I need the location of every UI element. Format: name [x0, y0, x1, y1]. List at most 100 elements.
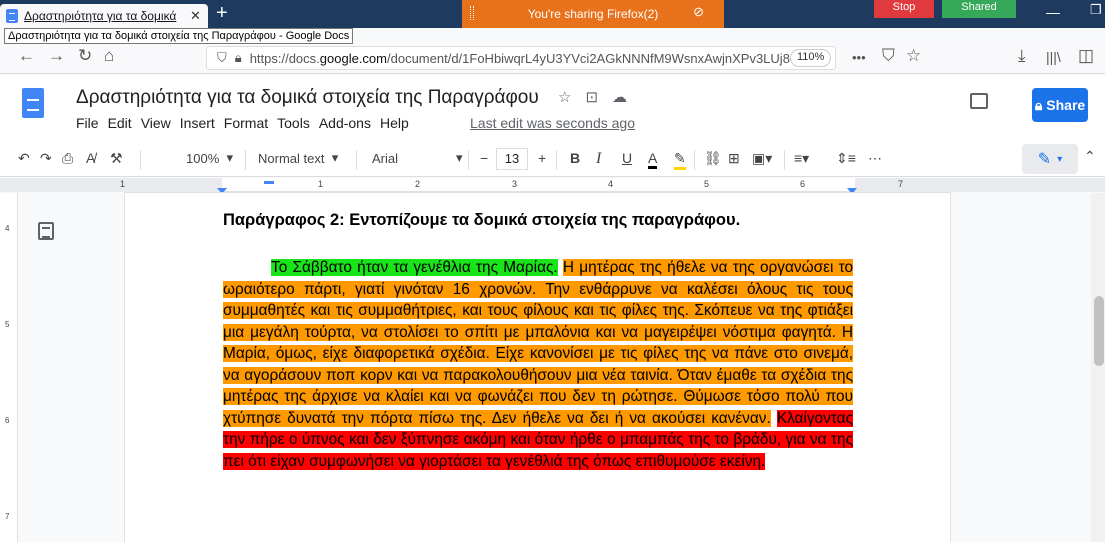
browser-tab[interactable]: Δραστηριότητα για τα δομικά ✕: [0, 4, 208, 28]
document-outline-icon[interactable]: [38, 222, 54, 240]
pocket-icon[interactable]: ⛉: [882, 46, 895, 66]
menu-addons[interactable]: Add-ons: [319, 115, 371, 131]
print-icon[interactable]: ⎙: [62, 150, 73, 167]
ruler-number: 3: [512, 179, 518, 189]
download-icon[interactable]: ⤓: [1018, 46, 1026, 66]
ruler-number: 7: [898, 179, 904, 189]
back-icon[interactable]: ←: [18, 46, 35, 66]
menu-insert[interactable]: Insert: [180, 115, 215, 131]
zoom-level[interactable]: 110%: [790, 49, 832, 67]
decrease-font-size-icon[interactable]: −: [480, 150, 488, 166]
insert-comment-icon[interactable]: ⊞: [728, 150, 740, 167]
library-icon[interactable]: |||\: [1046, 49, 1061, 65]
sharing-indicator[interactable]: You're sharing Firefox(2) ⊘: [462, 0, 724, 28]
more-tools-icon[interactable]: ⋯: [868, 150, 882, 167]
text-color-icon[interactable]: A: [648, 150, 658, 169]
italic-icon[interactable]: I: [596, 150, 601, 168]
pencil-icon: ✎: [1037, 151, 1052, 168]
lock-icon: 🔒︎: [1034, 96, 1043, 113]
menu-format[interactable]: Format: [224, 115, 268, 131]
google-docs-favicon-icon: [6, 9, 18, 23]
toolbar-divider: [356, 150, 357, 170]
font-select[interactable]: Arial ▾: [372, 150, 463, 166]
menu-edit[interactable]: Edit: [108, 115, 132, 131]
bookmark-star-icon[interactable]: ☆: [906, 46, 921, 66]
vruler-number: 4: [5, 224, 10, 233]
reload-icon[interactable]: ↻: [78, 46, 92, 66]
increase-font-size-icon[interactable]: +: [538, 150, 546, 166]
ruler-number: 2: [415, 179, 421, 189]
toolbar-divider: [140, 150, 141, 170]
underline-icon[interactable]: U: [622, 150, 632, 166]
ruler-number: 4: [608, 179, 614, 189]
menu-help[interactable]: Help: [380, 115, 409, 131]
style-value: Normal text: [258, 150, 325, 166]
menu-bar: File Edit View Insert Format Tools Add-o…: [76, 115, 418, 131]
line-spacing-icon[interactable]: ⇕≡: [836, 150, 856, 167]
collapse-menus-icon[interactable]: ⌃: [1084, 148, 1096, 165]
minimize-icon[interactable]: —: [1046, 4, 1060, 20]
vruler-number: 6: [5, 416, 10, 425]
font-size-input[interactable]: 13: [496, 148, 528, 170]
style-select[interactable]: Normal text ▾: [258, 150, 338, 166]
share-label: Share: [1046, 97, 1086, 113]
stop-button[interactable]: Stop: [874, 0, 934, 18]
toolbar-divider: [556, 150, 557, 170]
vruler-number: 7: [5, 512, 10, 521]
url-bar[interactable]: ⛉ 🔒︎ https://docs.google.com/document/d/…: [206, 46, 836, 70]
title-actions: ☆ ⊡ ☁: [558, 88, 627, 106]
menu-tools[interactable]: Tools: [277, 115, 310, 131]
menu-file[interactable]: File: [76, 115, 99, 131]
ruler-number: 6: [800, 179, 806, 189]
lock-icon[interactable]: 🔒︎: [235, 50, 242, 66]
paint-format-icon[interactable]: ⚒: [110, 150, 123, 167]
share-button[interactable]: 🔒︎ Share: [1032, 88, 1088, 122]
stop-sharing-icon[interactable]: ⊘: [693, 4, 704, 20]
docs-header: [0, 75, 1105, 143]
bold-icon[interactable]: B: [570, 150, 580, 166]
scrollbar-thumb[interactable]: [1094, 296, 1104, 366]
move-folder-icon[interactable]: ⊡: [585, 88, 598, 106]
vertical-ruler: [0, 193, 18, 542]
zoom-select[interactable]: 100% ▾: [186, 150, 233, 166]
font-value: Arial: [372, 150, 399, 166]
redo-icon[interactable]: ↷: [40, 150, 52, 167]
align-icon[interactable]: ≡▾: [794, 150, 809, 167]
sidebar-icon[interactable]: ◫: [1078, 46, 1094, 66]
google-docs-logo-icon[interactable]: [22, 88, 44, 118]
tab-close-icon[interactable]: ✕: [190, 8, 201, 24]
paragraph-body: Το Σάββατο ήταν τα γενέθλια της Μαρίας. …: [223, 257, 853, 472]
cloud-status-icon[interactable]: ☁: [612, 88, 627, 106]
highlight-color-icon[interactable]: ✎: [674, 150, 686, 170]
sharing-text: You're sharing Firefox(2): [527, 7, 659, 21]
url-text: https://docs.google.com/document/d/1FoHb…: [249, 50, 790, 66]
insert-link-icon[interactable]: ⛓: [704, 150, 722, 167]
document-title[interactable]: Δραστηριότητα για τα δομικά στοιχεία της…: [76, 87, 539, 109]
forward-icon[interactable]: →: [48, 46, 65, 66]
tab-tooltip: Δραστηριότητα για τα δομικά στοιχεία της…: [4, 28, 354, 44]
restore-icon[interactable]: ❐: [1090, 2, 1102, 18]
formatting-toolbar: [0, 143, 1105, 177]
insert-image-icon[interactable]: ▣▾: [752, 150, 772, 167]
paragraph-heading: Παράγραφος 2: Εντοπίζουμε τα δομικά στοι…: [223, 211, 741, 229]
menu-view[interactable]: View: [141, 115, 171, 131]
shared-button[interactable]: Shared: [942, 0, 1016, 18]
home-icon[interactable]: ⌂: [104, 46, 114, 66]
undo-icon[interactable]: ↶: [18, 150, 30, 167]
vruler-number: 5: [5, 320, 10, 329]
shield-icon[interactable]: ⛉: [217, 50, 227, 66]
first-line-indent-marker[interactable]: [264, 181, 274, 184]
toolbar-divider: [694, 150, 695, 170]
new-tab-button[interactable]: +: [216, 2, 228, 25]
last-edit-link[interactable]: Last edit was seconds ago: [470, 115, 635, 131]
supporting-sentences: Η μητέρας της ήθελε να της οργανώσει το …: [223, 259, 853, 427]
drag-grip-icon[interactable]: [470, 6, 474, 20]
star-icon[interactable]: ☆: [558, 88, 571, 106]
page-actions-icon[interactable]: •••: [852, 50, 866, 65]
comment-history-icon[interactable]: [970, 93, 988, 109]
topic-sentence: Το Σάββατο ήταν τα γενέθλια της Μαρίας.: [271, 259, 558, 276]
editing-mode-button[interactable]: ✎ ▾: [1022, 144, 1078, 174]
ruler-number: 5: [704, 179, 710, 189]
vertical-scrollbar[interactable]: [1091, 193, 1105, 542]
spellcheck-icon[interactable]: A̸: [86, 150, 95, 166]
